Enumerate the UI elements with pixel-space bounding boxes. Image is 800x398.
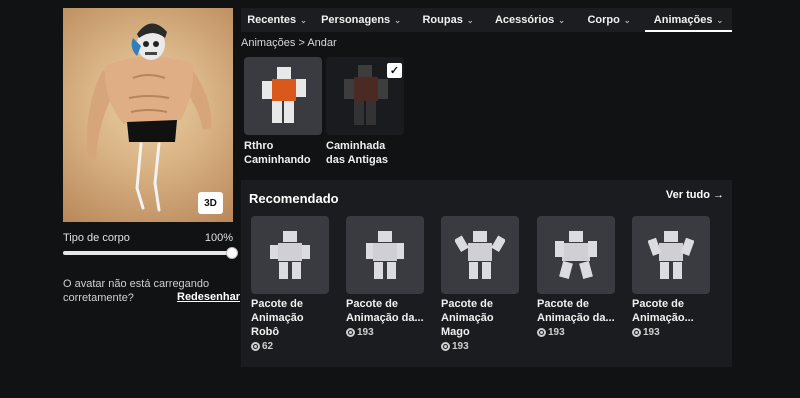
avatar-editor: 3D Tipo de corpo 100% O avatar não está …	[0, 0, 800, 398]
figure-icon	[366, 231, 404, 279]
item-thumbnail	[251, 216, 329, 294]
tab-label: Personagens	[321, 14, 391, 26]
tab-label: Acessórios	[494, 14, 555, 26]
chevron-down-icon: ⌄	[716, 15, 724, 25]
body-type-slider-track[interactable]	[63, 251, 233, 255]
item-thumbnail	[346, 216, 424, 294]
tab-acessorios[interactable]: Acessórios ⌄	[487, 8, 573, 32]
tab-label: Roupas	[422, 14, 463, 26]
item-name: Pacote de Animação Mago	[441, 298, 494, 338]
price-value: 193	[357, 327, 374, 338]
tab-recentes[interactable]: Recentes ⌄	[241, 8, 313, 32]
price-value: 193	[548, 327, 565, 338]
body-type-slider-thumb[interactable]	[226, 247, 238, 259]
recommended-panel: Recomendado Ver tudo → Pacote de Animaçã…	[241, 180, 732, 367]
owned-item-selected[interactable]: ✓ Caminhada das Antigas	[326, 57, 404, 167]
item-name: Pacote de Animação da...	[346, 298, 424, 324]
robux-icon	[441, 342, 450, 351]
price-value: 193	[643, 327, 660, 338]
robot-figure-icon	[270, 231, 310, 279]
see-all-link[interactable]: Ver tudo →	[666, 189, 724, 201]
breadcrumb: Animações > Andar	[241, 37, 337, 49]
tab-label: Recentes	[247, 14, 297, 26]
figure-icon	[648, 231, 694, 279]
recommended-title: Recomendado	[249, 191, 339, 206]
check-icon: ✓	[387, 63, 402, 78]
price-value: 62	[262, 341, 274, 352]
recommended-card[interactable]: Pacote de Animação... 193	[632, 216, 710, 338]
body-type-label: Tipo de corpo	[63, 232, 130, 244]
tab-label: Corpo	[587, 14, 620, 26]
item-thumbnail	[441, 216, 519, 294]
robux-icon	[251, 342, 260, 351]
item-thumbnail	[632, 216, 710, 294]
avatar-preview[interactable]: 3D	[63, 8, 233, 222]
chevron-down-icon: ⌄	[466, 15, 474, 25]
recommended-card[interactable]: Pacote de Animação Mago 193	[441, 216, 519, 352]
price-value: 193	[452, 341, 469, 352]
robux-icon	[537, 328, 546, 337]
recommended-card[interactable]: Pacote de Animação Robô 62	[251, 216, 329, 352]
item-price: 62	[251, 341, 329, 352]
owned-item[interactable]: Rthro Caminhando	[244, 57, 322, 167]
category-tabbar: Recentes ⌄ Personagens ⌄ Roupas ⌄ Acessório…	[241, 8, 732, 32]
body-type-row: Tipo de corpo 100%	[63, 232, 233, 244]
chevron-down-icon: ⌄	[623, 15, 631, 25]
item-price: 193	[632, 327, 710, 338]
item-thumbnail	[244, 57, 322, 135]
chevron-down-icon: ⌄	[394, 15, 401, 25]
item-thumbnail: ✓	[326, 57, 404, 135]
figure-icon	[555, 231, 597, 280]
item-name: Pacote de Animação da...	[537, 298, 615, 324]
tab-personagens[interactable]: Personagens ⌄	[313, 8, 409, 32]
item-price: 193	[346, 327, 424, 338]
item-price: 193	[441, 341, 519, 352]
item-price: 193	[537, 327, 615, 338]
robux-icon	[346, 328, 355, 337]
body-type-value: 100%	[204, 232, 233, 244]
tab-corpo[interactable]: Corpo ⌄	[573, 8, 645, 32]
redraw-link[interactable]: Redesenhar	[177, 291, 240, 303]
item-name: Pacote de Animação Robô	[251, 298, 304, 338]
view-3d-button[interactable]: 3D	[198, 192, 223, 214]
recommended-card[interactable]: Pacote de Animação da... 193	[537, 216, 615, 338]
tab-label: Animações	[653, 14, 713, 26]
item-label: Rthro Caminhando	[244, 140, 311, 166]
arrow-right-icon: →	[713, 189, 724, 201]
chevron-down-icon: ⌄	[300, 15, 307, 25]
tab-animacoes[interactable]: Animações ⌄	[645, 8, 732, 32]
see-all-label: Ver tudo	[665, 189, 710, 201]
tab-roupas[interactable]: Roupas ⌄	[409, 8, 487, 32]
recommended-card[interactable]: Pacote de Animação da... 193	[346, 216, 424, 338]
item-thumbnail	[537, 216, 615, 294]
avatar-figure	[87, 23, 212, 212]
rthro-figure-icon	[262, 67, 306, 123]
chevron-down-icon: ⌄	[558, 15, 565, 25]
item-name: Pacote de Animação...	[632, 298, 694, 324]
item-label: Caminhada das Antigas	[326, 140, 388, 166]
mage-figure-icon	[455, 231, 505, 279]
robux-icon	[632, 328, 641, 337]
